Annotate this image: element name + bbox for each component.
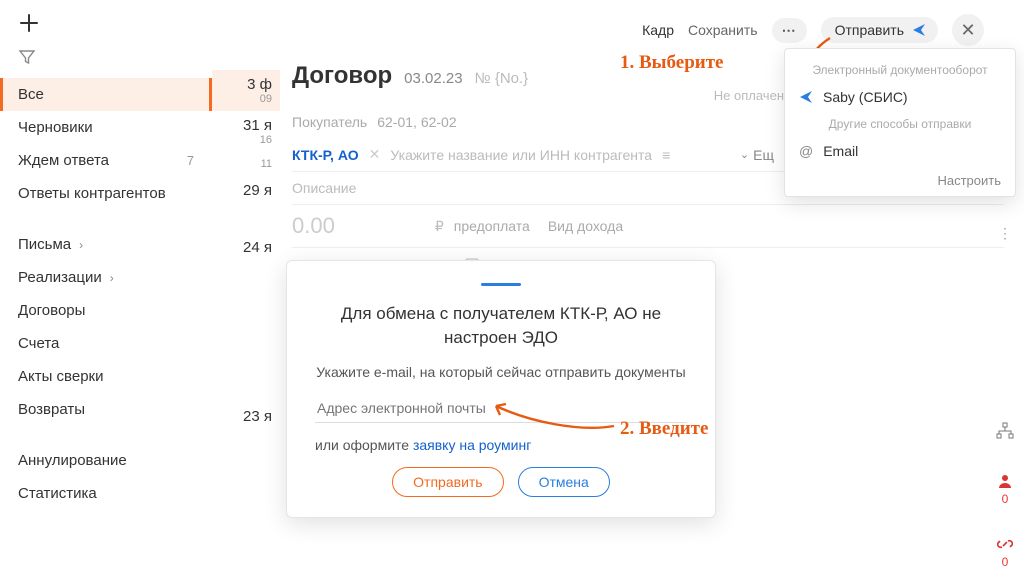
funnel-icon[interactable] bbox=[18, 48, 194, 66]
link-icon[interactable] bbox=[997, 539, 1013, 555]
nav-letters[interactable]: Письма› bbox=[0, 228, 212, 261]
date-rail: 3 ф09 31 я16 11 29 я 24 я 23 я bbox=[212, 70, 282, 431]
plus-icon[interactable] bbox=[18, 12, 40, 34]
nav-awaiting[interactable]: Ждем ответа7 bbox=[0, 144, 212, 177]
more-toggle[interactable]: ⌄Ещ bbox=[740, 147, 774, 163]
send-icon bbox=[799, 90, 813, 104]
date-item[interactable]: 29 я bbox=[212, 176, 282, 205]
right-toolbar: ⋮ 0 0 bbox=[990, 176, 1020, 569]
nav-acts[interactable]: Акты сверки bbox=[0, 360, 212, 393]
send-menu-section: Электронный документооборот bbox=[785, 59, 1015, 81]
nav-annul[interactable]: Аннулирование bbox=[0, 444, 212, 477]
nav-stats[interactable]: Статистика bbox=[0, 477, 212, 510]
hierarchy-icon[interactable] bbox=[996, 422, 1014, 443]
doc-title: Договор bbox=[292, 62, 392, 90]
send-menu-email[interactable]: @ Email bbox=[785, 135, 1015, 167]
prepay-link[interactable]: предоплата bbox=[454, 218, 530, 234]
email-dialog: Для обмена с получателем КТК-Р, АО не на… bbox=[286, 260, 716, 518]
send-menu-saby[interactable]: Saby (СБИС) bbox=[785, 81, 1015, 113]
date-item[interactable]: 11 bbox=[212, 152, 282, 176]
close-button[interactable]: ✕ bbox=[952, 14, 984, 46]
nav-invoices[interactable]: Счета bbox=[0, 327, 212, 360]
date-item[interactable]: 31 я16 bbox=[212, 111, 282, 152]
income-link[interactable]: Вид дохода bbox=[548, 218, 623, 234]
nav-drafts[interactable]: Черновики bbox=[0, 111, 212, 144]
date-item[interactable]: 24 я bbox=[212, 233, 282, 262]
person-icon[interactable] bbox=[997, 476, 1013, 492]
contragent-name[interactable]: КТК-Р, АО bbox=[292, 147, 359, 163]
date-item[interactable]: 23 я bbox=[212, 402, 282, 431]
dialog-send-button[interactable]: Отправить bbox=[392, 467, 503, 497]
dialog-cancel-button[interactable]: Отмена bbox=[518, 467, 610, 497]
badge-count: 0 bbox=[997, 555, 1013, 569]
buyer-codes: 62-01, 62-02 bbox=[377, 114, 456, 130]
dialog-or-line: или оформите заявку на роуминг bbox=[315, 437, 687, 453]
dialog-title: Для обмена с получателем КТК-Р, АО не на… bbox=[315, 302, 687, 350]
nav-all[interactable]: Все bbox=[0, 78, 212, 111]
badge-count: 0 bbox=[997, 492, 1013, 506]
send-dropdown: Электронный документооборот Saby (СБИС) … bbox=[784, 48, 1016, 197]
doc-date: 03.02.23 bbox=[404, 70, 462, 87]
at-icon: @ bbox=[799, 143, 813, 159]
save-link[interactable]: Сохранить bbox=[688, 22, 758, 38]
doc-num: № {No.} bbox=[475, 70, 529, 87]
clear-icon[interactable]: ✕ bbox=[369, 146, 381, 163]
dialog-accent bbox=[481, 283, 521, 286]
date-item[interactable]: 3 ф09 bbox=[212, 70, 282, 111]
contragent-input[interactable]: Укажите название или ИНН контрагента bbox=[390, 147, 652, 163]
roaming-link[interactable]: заявку на роуминг bbox=[413, 437, 531, 453]
send-icon bbox=[912, 23, 926, 37]
description-input[interactable]: Описание bbox=[292, 180, 356, 196]
left-sidebar: Все Черновики Ждем ответа7 Ответы контра… bbox=[0, 0, 212, 521]
configure-link[interactable]: Настроить bbox=[785, 167, 1015, 188]
kebab-icon[interactable]: ⋮ bbox=[998, 225, 1012, 242]
more-button[interactable]: ⋯ bbox=[772, 18, 807, 43]
send-button[interactable]: Отправить bbox=[821, 17, 938, 43]
nav-contracts[interactable]: Договоры bbox=[0, 294, 212, 327]
list-icon[interactable]: ≡ bbox=[662, 147, 670, 163]
nav-realizations[interactable]: Реализации› bbox=[0, 261, 212, 294]
email-input[interactable] bbox=[315, 394, 687, 423]
dialog-subtitle: Укажите e-mail, на который сейчас отправ… bbox=[315, 364, 687, 380]
kadr-link[interactable]: Кадр bbox=[642, 22, 674, 38]
nav-responses[interactable]: Ответы контрагентов bbox=[0, 177, 212, 210]
doc-status: Не оплачен bbox=[714, 88, 784, 103]
currency-label: ₽ bbox=[435, 218, 444, 235]
send-menu-section: Другие способы отправки bbox=[785, 113, 1015, 135]
buyer-label: Покупатель bbox=[292, 114, 367, 130]
nav-returns[interactable]: Возвраты bbox=[0, 393, 212, 426]
amount-input[interactable]: 0.00 bbox=[292, 213, 335, 239]
